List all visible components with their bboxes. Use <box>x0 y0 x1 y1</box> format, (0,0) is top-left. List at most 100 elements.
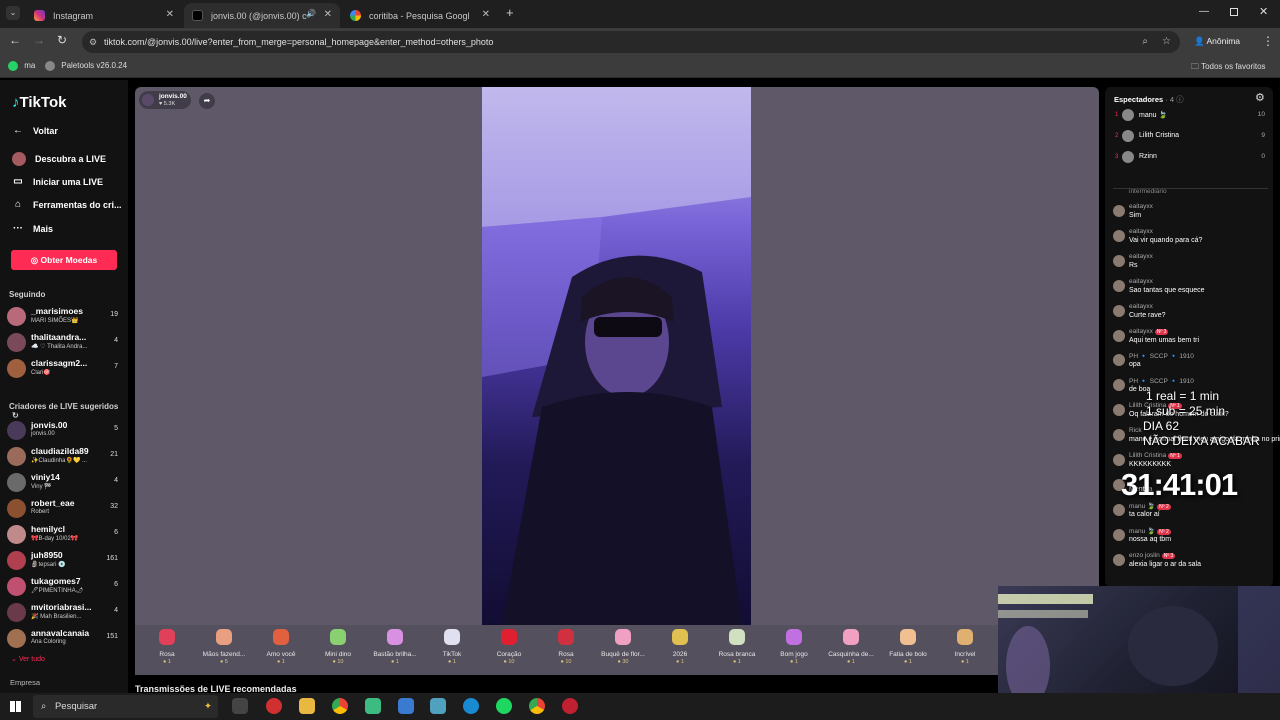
tab-google[interactable]: coritiba - Pesquisa Google ✕ <box>342 3 498 28</box>
avatar <box>7 551 26 570</box>
chat-message[interactable]: eaitayxx Sao tantas que esquece <box>1113 278 1273 303</box>
gift-price-value: 5 <box>224 659 228 665</box>
menu-icon[interactable]: ⋮ <box>1262 34 1274 48</box>
username-text: manu 🍃 <box>1129 502 1156 510</box>
nav-more[interactable]: ··· Mais <box>12 223 53 234</box>
chat-message[interactable]: enzo joslin Nº 3 alexia ligar o ar da sal… <box>1113 552 1273 577</box>
star-icon[interactable]: ☆ <box>1162 31 1171 53</box>
close-icon[interactable]: ✕ <box>166 9 174 20</box>
chat-message[interactable]: eaitayxx Rs <box>1113 253 1273 278</box>
viewer-row[interactable]: 1 manu 🍃 10 <box>1115 109 1265 127</box>
gift-item[interactable]: Bastão brilha... ● 1 <box>367 629 423 665</box>
suggested-account[interactable]: mvitoriabrasi... 🎉 Mah Brasilien... 4 <box>7 601 122 627</box>
share-icon[interactable]: ➦ <box>199 93 215 109</box>
see-all-link[interactable]: ⌄ Ver tudo <box>11 655 45 663</box>
speaker-icon[interactable]: 🔊 <box>306 9 316 18</box>
suggested-account[interactable]: claudiazilda89 ✨Claudinha🌻💛 ... 21 <box>7 445 122 471</box>
gift-item[interactable]: Casquinha de... ● 1 <box>823 629 879 665</box>
tiktok-logo[interactable]: ♪TikTok <box>12 94 66 111</box>
viewer-row[interactable]: 3 Rzinn 0 <box>1115 151 1265 169</box>
gift-item[interactable]: Mini dino ● 10 <box>310 629 366 665</box>
tab-tiktok[interactable]: jonvis.00 (@jonvis.00) comc 🔊 ✕ <box>184 3 340 28</box>
minimize-icon[interactable]: — <box>1199 6 1209 17</box>
host-chip[interactable]: jonvis.00 ♥ 5.3K <box>139 91 191 109</box>
following-account[interactable]: thalitaandra... ☁️ ♡ Thalita Andra... 4 <box>7 331 122 357</box>
close-icon[interactable]: ✕ <box>324 9 332 20</box>
back-link[interactable]: ← Voltar <box>12 125 58 136</box>
chat-message[interactable]: manu 🍃 Nº 2 ta calor aí <box>1113 502 1273 527</box>
edge-icon[interactable] <box>463 698 479 714</box>
account-subtitle: 🖊PIMENTINHA🌶 <box>31 588 84 594</box>
back-icon[interactable]: ← <box>9 33 21 47</box>
windows-start-icon[interactable] <box>10 701 21 712</box>
gift-item[interactable]: 2026 ● 1 <box>652 629 708 665</box>
settings-icon[interactable]: ⚙ <box>1255 91 1265 104</box>
bookmark-paletools[interactable]: Paletools v26.0.24 <box>45 61 127 71</box>
chrome-icon[interactable] <box>332 698 348 714</box>
suggested-account[interactable]: hemilycl 🎀B-day 10/02🎀 6 <box>7 523 122 549</box>
site-info-icon[interactable]: ⚙ <box>89 31 97 53</box>
gift-item[interactable]: Coração ● 10 <box>481 629 537 665</box>
suggested-account[interactable]: tukagomes7 🖊PIMENTINHA🌶 6 <box>7 575 122 601</box>
chat-message[interactable]: eaitayxx Nº 3 Aqui tem umas bem tri <box>1113 328 1273 353</box>
suggested-account[interactable]: annavalcanaia Ana Coloring 151 <box>7 627 122 653</box>
file-explorer-icon[interactable] <box>299 698 315 714</box>
following-account[interactable]: clarissagm2... Clari🎯 7 <box>7 357 122 383</box>
chat-message[interactable]: eaitayxx Curte rave? <box>1113 303 1273 328</box>
app-icon[interactable] <box>365 698 381 714</box>
task-view-icon[interactable] <box>232 698 248 714</box>
following-account[interactable]: _marisimoes MARI SIMÕES👑 19 <box>7 305 122 331</box>
chrome-active-icon[interactable] <box>529 698 545 714</box>
gift-item[interactable]: Amo você ● 1 <box>253 629 309 665</box>
app-icon[interactable] <box>562 698 578 714</box>
reload-icon[interactable]: ↻ <box>57 33 67 47</box>
suggested-account[interactable]: jonvis.00 jonvis.00 5 <box>7 419 122 445</box>
forward-icon[interactable]: → <box>33 33 45 47</box>
store-icon[interactable] <box>398 698 414 714</box>
spotify-icon[interactable] <box>496 698 512 714</box>
new-tab-icon[interactable]: + <box>506 5 514 20</box>
viewer-row[interactable]: 2 Lilith Cristina 9 <box>1115 130 1265 148</box>
account-name: viniy14 <box>31 472 60 482</box>
suggested-account[interactable]: juh8950 🗿tepsari 💿 161 <box>7 549 122 575</box>
chat-message[interactable]: eaitayxx Sim <box>1113 203 1273 228</box>
tab-instagram[interactable]: Instagram ✕ <box>26 3 182 28</box>
gift-item[interactable]: Rosa ● 10 <box>538 629 594 665</box>
overlay-line: 1 real = 1 min <box>1146 389 1220 403</box>
nav-start-live[interactable]: ▭ Iniciar uma LIVE <box>12 176 103 187</box>
avatar <box>1113 404 1125 417</box>
incognito-profile[interactable]: 👤 Anônima <box>1194 36 1240 47</box>
zoom-icon[interactable]: ⌕ <box>1142 31 1148 53</box>
gift-item[interactable]: Buquê de flor... ● 30 <box>595 629 651 665</box>
chat-message[interactable]: eaitayxx Vai vir quando para cá? <box>1113 228 1273 253</box>
company-link[interactable]: Empresa <box>10 678 40 687</box>
tab-search-chevron-icon[interactable]: ⌄ <box>6 6 20 20</box>
gift-item[interactable]: Incrível ● 1 <box>937 629 993 665</box>
get-coins-button[interactable]: ◎ Obter Moedas <box>11 250 117 270</box>
gift-item[interactable]: TikTok ● 1 <box>424 629 480 665</box>
suggested-account[interactable]: viniy14 Viny 🏁 4 <box>7 471 122 497</box>
all-favorites[interactable]: 🗀 Todos os favoritos <box>1191 61 1266 75</box>
gift-item[interactable]: Fatia de bolo ● 1 <box>880 629 936 665</box>
nav-discover-live[interactable]: Descubra a LIVE <box>12 152 106 166</box>
address-bar[interactable]: ⚙ tiktok.com/@jonvis.00/live?enter_from_… <box>82 31 1180 53</box>
close-icon[interactable]: ✕ <box>482 9 490 20</box>
gift-item[interactable]: Bom jogo ● 1 <box>766 629 822 665</box>
gift-item[interactable]: Mãos fazend... ● 5 <box>196 629 252 665</box>
gift-item[interactable]: Rosa ● 1 <box>139 629 195 665</box>
app-icon[interactable] <box>430 698 446 714</box>
info-icon[interactable]: ⓘ <box>1176 95 1184 104</box>
bookmark-ma[interactable]: ma <box>8 61 35 71</box>
chat-message[interactable]: PH 🔹 SCCP 🔹 1910 opa <box>1113 352 1273 377</box>
taskbar-search[interactable]: ⌕ Pesquisar ✦ <box>33 695 218 718</box>
subathon-timer: 31:41:01 <box>1121 467 1238 502</box>
app-icon[interactable] <box>266 698 282 714</box>
restore-icon[interactable] <box>1230 8 1238 16</box>
nav-creator-tools[interactable]: ⌂ Ferramentas do cri... <box>12 199 122 210</box>
suggested-account[interactable]: robert_eae Robert 32 <box>7 497 122 523</box>
gift-item[interactable]: Rosa branca ● 1 <box>709 629 765 665</box>
gift-icon <box>216 629 232 645</box>
chat-message[interactable]: manu 🍃 Nº 2 nossa aq tbm <box>1113 527 1273 552</box>
live-video[interactable] <box>482 87 751 625</box>
close-window-icon[interactable]: ✕ <box>1259 5 1268 18</box>
